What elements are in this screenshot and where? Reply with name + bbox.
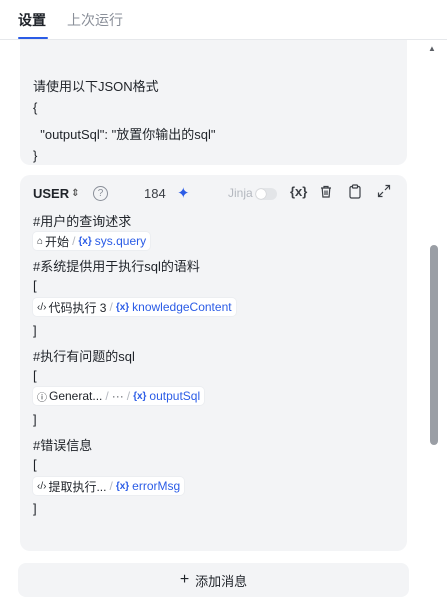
- tab-settings[interactable]: 设置: [18, 10, 46, 30]
- prompt-scroll-area[interactable]: 请使用以下JSON格式 { "outputSql": "放置你输出的sql" }…: [0, 40, 447, 599]
- scroll-up-arrow-icon[interactable]: ▲: [428, 44, 436, 53]
- prev-line-1: 请使用以下JSON格式: [33, 79, 159, 94]
- chevron-updown-icon: ⇕: [71, 187, 80, 199]
- prompt-line: #用户的查询述求: [33, 214, 132, 229]
- chip-separator: /: [72, 234, 76, 248]
- chip-separator: /: [109, 300, 113, 314]
- chip-source: 开始: [45, 234, 70, 249]
- prompt-line: #错误信息: [33, 438, 93, 453]
- role-label: USER: [33, 186, 70, 201]
- variable-chip[interactable]: ‹/› 代码执行 3 / {x} knowledgeContent: [33, 298, 236, 316]
- home-icon: ⌂: [37, 235, 44, 247]
- chip-variable: knowledgeContent: [132, 300, 232, 314]
- prompt-line: ]: [33, 501, 37, 516]
- active-tab-indicator: [18, 37, 48, 39]
- info-icon: ⓘ: [37, 392, 47, 404]
- chip-ellipsis: ···: [111, 389, 124, 403]
- variable-chip[interactable]: ‹/› 提取执行... / {x} errorMsg: [33, 477, 185, 495]
- chip-variable: outputSql: [149, 389, 201, 403]
- jinja-toggle[interactable]: [255, 188, 277, 200]
- chip-separator: /: [105, 389, 109, 403]
- chip-separator: /: [109, 479, 113, 493]
- plus-icon: +: [179, 571, 190, 588]
- chip-source: 提取执行...: [48, 479, 107, 494]
- code-icon: ‹/›: [37, 480, 47, 492]
- chip-variable: sys.query: [94, 234, 147, 248]
- sparkle-icon[interactable]: ✦: [177, 184, 190, 202]
- chip-source: Generat...: [49, 389, 103, 403]
- prompt-line: ]: [33, 323, 37, 338]
- variable-icon: {x}: [133, 390, 147, 402]
- prev-line-3: "outputSql": "放置你输出的sql": [33, 127, 216, 142]
- variable-chip[interactable]: ⌂ 开始 / {x} sys.query: [33, 232, 151, 250]
- variable-icon[interactable]: {x}: [290, 184, 307, 199]
- add-message-button[interactable]: + 添加消息: [18, 563, 409, 597]
- tab-bar: 设置 上次运行: [0, 0, 447, 40]
- expand-icon[interactable]: [377, 184, 391, 201]
- prompt-line: #执行有问题的sql: [33, 349, 135, 364]
- role-selector[interactable]: USER ⇕: [33, 186, 80, 201]
- prev-line-2: {: [33, 100, 38, 115]
- user-message-card: USER ⇕ ? 184 ✦ Jinja {x} #用户的查询述求 ⌂ 开始 / …: [20, 175, 407, 551]
- prompt-line: #系统提供用于执行sql的语料: [33, 259, 200, 274]
- variable-icon: {x}: [78, 235, 92, 247]
- prompt-line: ]: [33, 412, 37, 427]
- help-icon[interactable]: ?: [93, 186, 108, 201]
- chip-variable: errorMsg: [132, 479, 181, 493]
- chip-separator: /: [126, 389, 131, 403]
- chip-source: 代码执行 3: [48, 300, 107, 315]
- variable-icon: {x}: [115, 301, 130, 313]
- prompt-line: [: [33, 278, 37, 293]
- trash-icon[interactable]: [319, 184, 333, 202]
- jinja-label: Jinja: [228, 186, 253, 200]
- scrollbar-thumb[interactable]: [430, 245, 438, 445]
- add-message-label: 添加消息: [195, 573, 248, 589]
- tab-last-run[interactable]: 上次运行: [67, 10, 123, 30]
- toggle-knob: [256, 189, 266, 199]
- code-icon: ‹/›: [37, 301, 47, 313]
- prev-line-4: }: [33, 148, 38, 163]
- clipboard-icon[interactable]: [348, 184, 362, 202]
- prompt-line: [: [33, 457, 37, 472]
- variable-icon: {x}: [115, 480, 130, 492]
- prev-message-card: 请使用以下JSON格式 { "outputSql": "放置你输出的sql" }: [20, 40, 407, 165]
- token-count: 184: [144, 186, 166, 201]
- prompt-line: [: [33, 368, 37, 383]
- variable-chip[interactable]: ⓘ Generat... / ··· / {x} outputSql: [33, 387, 205, 405]
